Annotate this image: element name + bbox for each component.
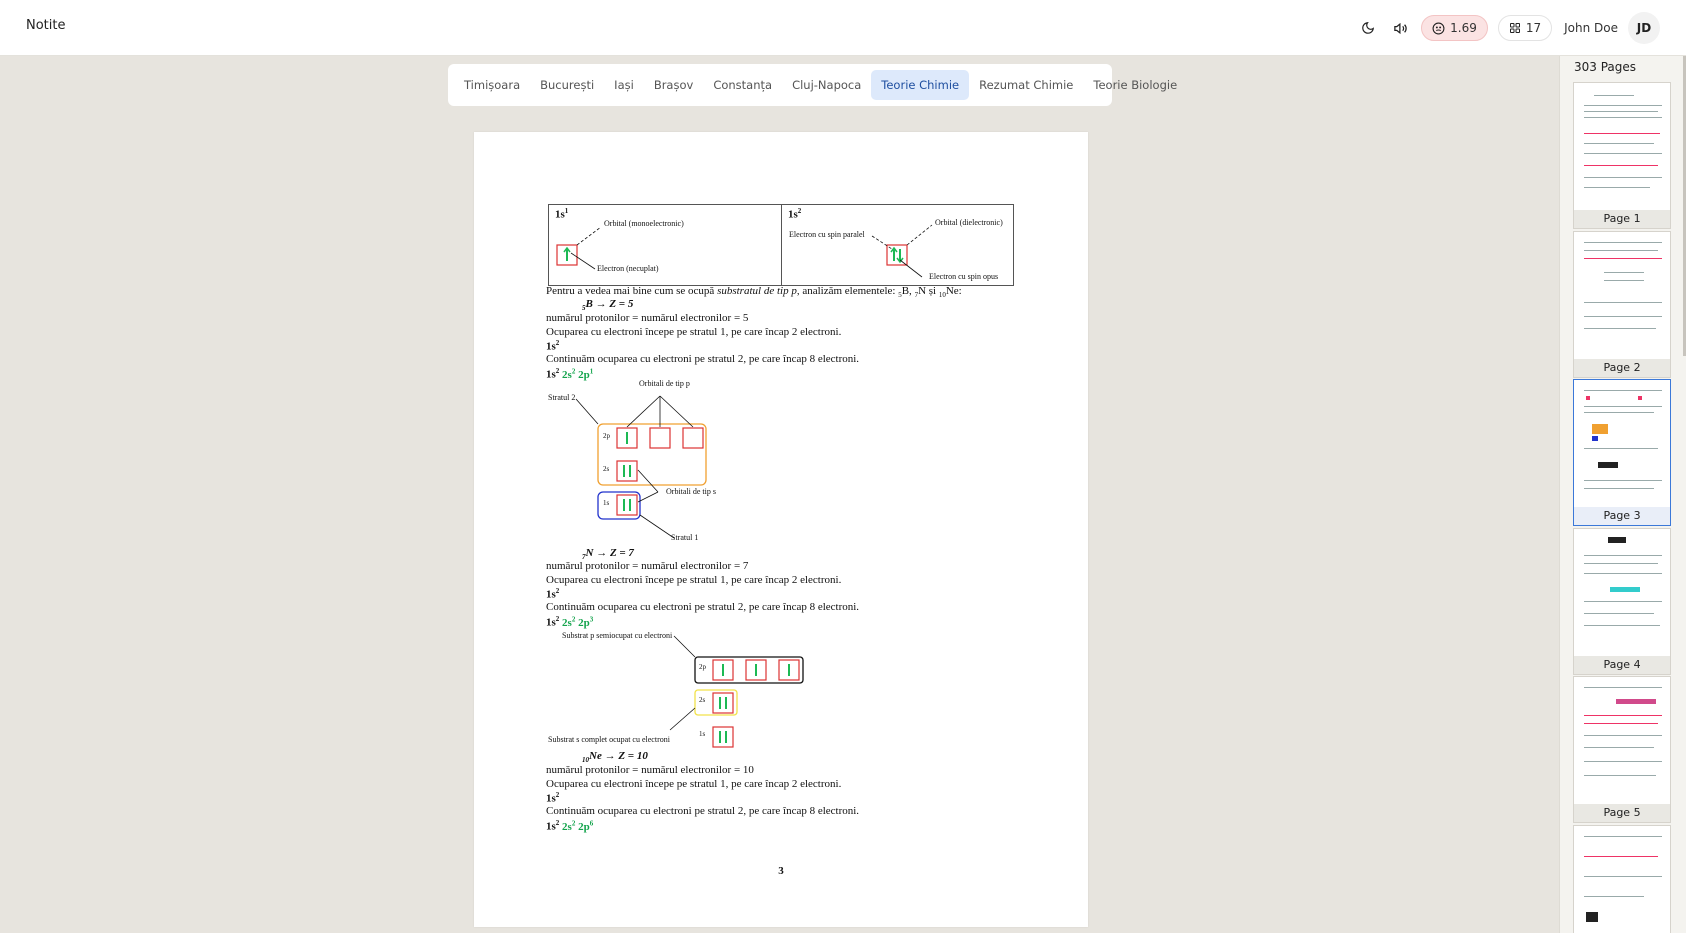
label-substrat-p: Substrat p semiocupat cu electroni [562,631,673,640]
label-spin-opus: Electron cu spin opus [929,272,999,281]
boron-config1: 1s2 [546,339,560,353]
label-orbital-di: Orbital (dielectronic) [935,218,1003,227]
thumbnail-page-5[interactable]: Page 5 [1573,676,1671,823]
avatar[interactable]: JD [1628,12,1660,44]
orbital-table-cell-1s2: 1s2 Orbital (dielectronic) Electron cu s… [781,205,1013,285]
nitrogen-config2: 1s2 2s2 2p3 [546,615,594,629]
thumbnail-page-4[interactable]: Page 4 [1573,528,1671,675]
page-count: 303 Pages [1574,60,1637,74]
row-label-1s: 1s [603,499,610,507]
boron-line1: numărul protonilor = numărul electronilo… [546,312,749,324]
tab-timisoara[interactable]: Timișoara [454,70,530,100]
label-orbitali-p: Orbitali de tip p [639,379,690,388]
thumbnail-page-6[interactable] [1573,825,1671,933]
sad-face-icon [1432,22,1445,34]
neon-config2: 1s2 2s2 2p6 [546,819,594,833]
boron-orbital-diagram [575,395,707,539]
thumbnail-preview [1574,529,1670,657]
tab-rezumat-chimie[interactable]: Rezumat Chimie [969,70,1083,100]
thumbnail-label: Page 1 [1574,210,1670,228]
grid-icon [1509,23,1520,33]
neon-line2: Ocuparea cu electroni începe pe stratul … [546,778,842,790]
label-spin-paralel: Electron cu spin paralel [789,230,865,239]
dark-mode-moon-icon[interactable] [1357,17,1379,39]
row-label-2s: 2s [603,465,610,473]
label-substrat-s: Substrat s complet ocupat cu electroni [548,735,670,744]
tab-iasi[interactable]: Iași [604,70,644,100]
neon-line3: Continuăm ocuparea cu electroni pe strat… [546,805,860,817]
boron-line3: Continuăm ocuparea cu electroni pe strat… [546,353,860,365]
orbital-table: 1s1 Orbital (monoelectronic) Electron (n… [548,204,1014,286]
boron-line2: Ocuparea cu electroni începe pe stratul … [546,326,842,338]
thumbnail-preview [1574,677,1670,805]
label-orbital-mono: Orbital (monoelectronic) [604,219,684,228]
neon-heading: 10Ne → Z = 10 [582,750,648,765]
n-row-label-2p: 2p [699,663,706,671]
count-value: 17 [1525,21,1542,35]
label-stratul-1: Stratul 1 [671,533,699,542]
speaker-icon[interactable] [1389,17,1411,39]
thumbnail-page-1[interactable]: Page 1 [1573,82,1671,229]
thumbnail-page-3[interactable]: Page 3 [1573,379,1671,526]
page-number: 3 [778,865,784,877]
boron-config2: 1s2 2s2 2p1 [546,367,594,381]
header-actions: 1.69 17 John Doe JD [1357,12,1660,44]
boron-heading: 5B → Z = 5 [582,298,634,313]
orbital-table-cell-1s1: 1s1 Orbital (monoelectronic) Electron (n… [549,205,781,285]
thumbnail-label: Page 5 [1574,804,1670,822]
thumbnail-label: Page 3 [1574,507,1670,525]
notebook-tabs: Timișoara București Iași Brașov Constanț… [448,64,1177,106]
app-title: Notite [26,18,66,33]
count-badge[interactable]: 17 [1497,15,1553,41]
nitrogen-orbital-diagram [669,635,804,748]
neon-config1: 1s2 [546,791,560,805]
neon-line1: numărul protonilor = numărul electronilo… [546,764,754,776]
user-name[interactable]: John Doe [1564,21,1618,35]
single-electron-orbital-diagram [556,226,602,270]
thumbnail-page-2[interactable]: Page 2 [1573,231,1671,378]
thumbnail-preview [1574,380,1670,508]
row-label-2p: 2p [603,432,610,440]
tab-constanta[interactable]: Constanța [703,70,782,100]
nitrogen-line1: numărul protonilor = numărul electronilo… [546,560,749,572]
thumbnail-panel: 303 Pages Page 1 Page 2 Page 3 Page 4 Pa… [1559,56,1686,933]
nitrogen-line2: Ocuparea cu electroni începe pe stratul … [546,574,842,586]
label-stratul-2: Stratul 2 [548,393,576,402]
score-value: 1.69 [1450,21,1477,35]
thumbnail-label: Page 4 [1574,656,1670,674]
document-page: 1s1 Orbital (monoelectronic) Electron (n… [474,132,1088,927]
top-bar: Notite 1.69 17 John Doe JD [0,0,1686,56]
thumbnail-preview [1574,83,1670,211]
tab-teorie-biologie[interactable]: Teorie Biologie [1083,70,1187,100]
score-badge[interactable]: 1.69 [1421,15,1488,41]
nitrogen-line3: Continuăm ocuparea cu electroni pe strat… [546,601,860,613]
nitrogen-config1: 1s2 [546,587,560,601]
tab-teorie-chimie[interactable]: Teorie Chimie [871,70,970,100]
tab-brasov[interactable]: Brașov [644,70,704,100]
thumbnail-preview [1574,232,1670,360]
label-electron-necuplat: Electron (necuplat) [597,264,659,273]
thumbnail-label: Page 2 [1574,359,1670,377]
tab-cluj-napoca[interactable]: Cluj-Napoca [782,70,871,100]
n-row-label-2s: 2s [699,696,706,704]
n-row-label-1s: 1s [699,730,706,738]
label-orbitali-s: Orbitali de tip s [666,487,716,496]
thumbnail-preview [1574,826,1670,933]
tab-bucuresti[interactable]: București [530,70,604,100]
